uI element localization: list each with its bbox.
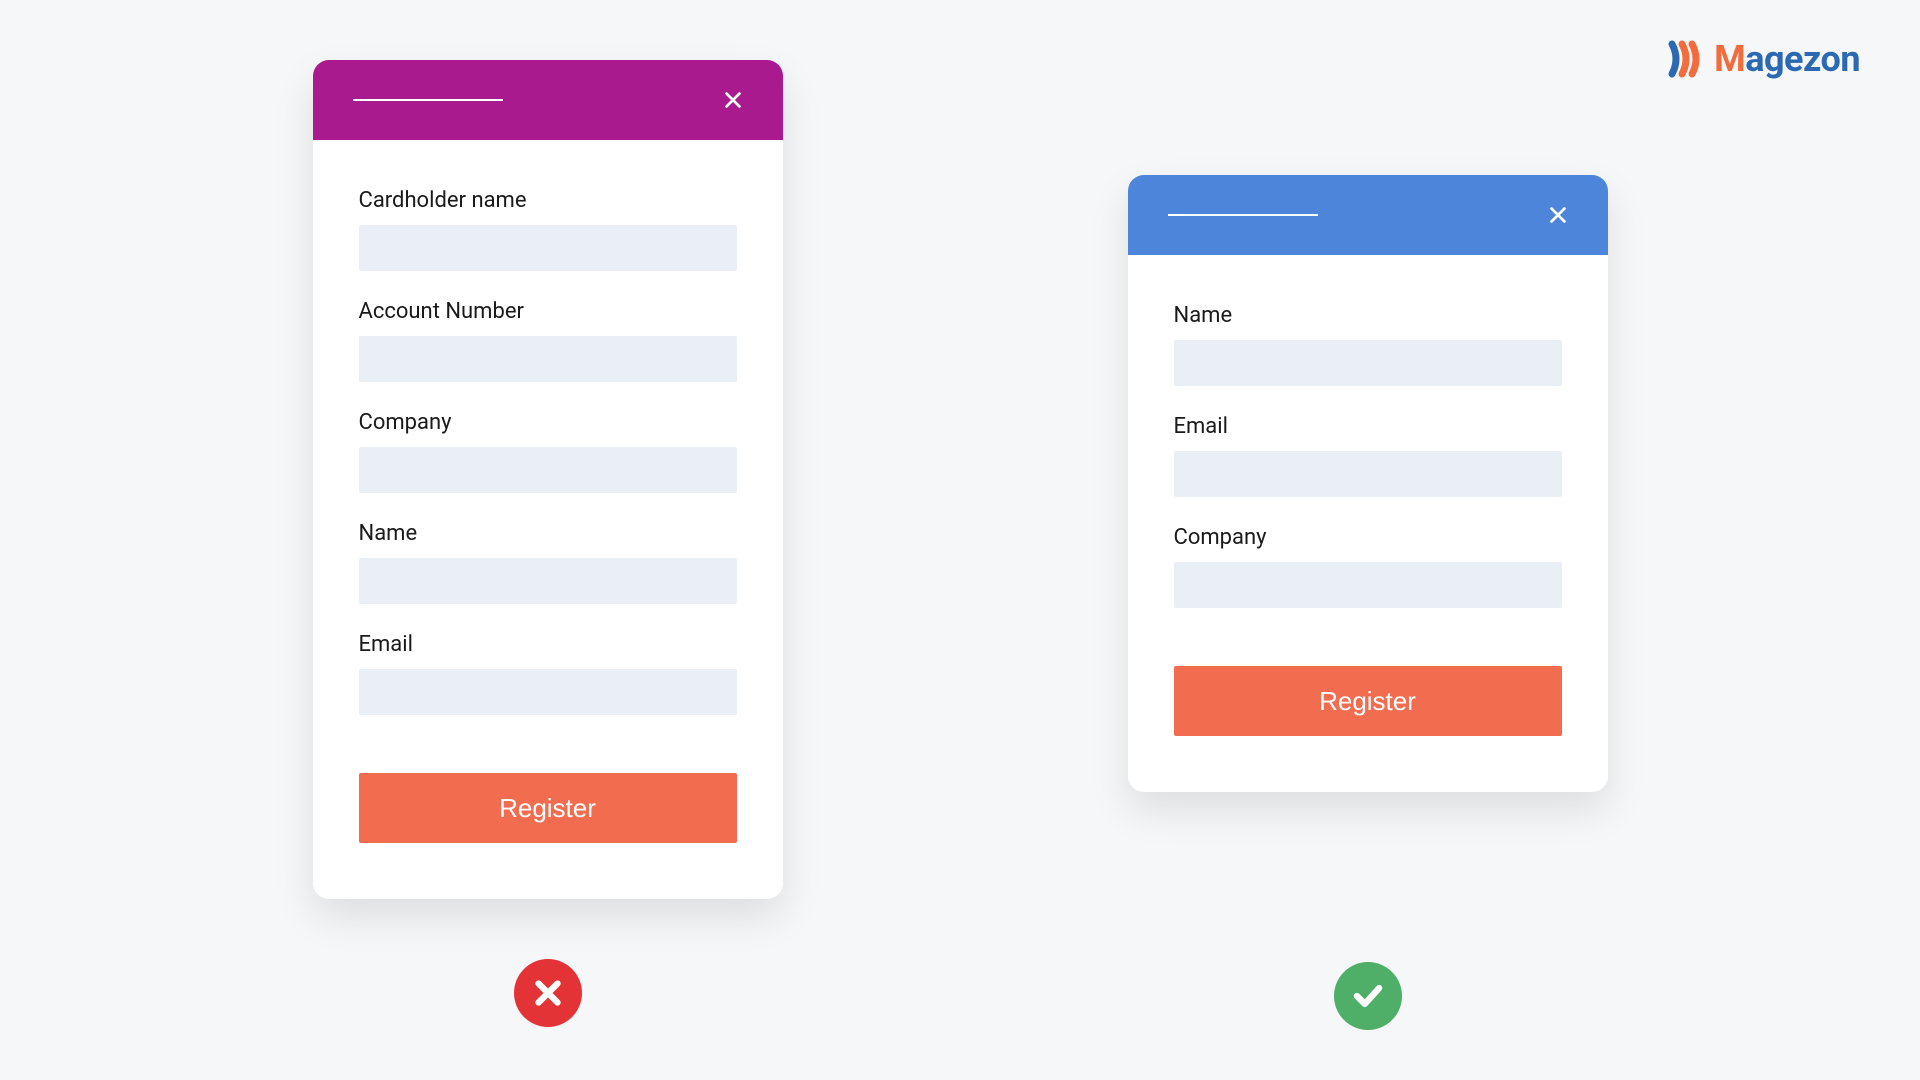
email-input[interactable]: [359, 669, 737, 715]
account-number-input[interactable]: [359, 336, 737, 382]
field-account-number: Account Number: [359, 299, 737, 382]
field-company: Company: [359, 410, 737, 493]
field-label: Name: [1174, 303, 1562, 328]
card-body: Cardholder name Account Number Company N…: [313, 140, 783, 899]
field-label: Company: [359, 410, 737, 435]
company-input[interactable]: [359, 447, 737, 493]
name-input[interactable]: [359, 558, 737, 604]
field-company: Company: [1174, 525, 1562, 608]
register-button[interactable]: Register: [1174, 666, 1562, 736]
cardholder-name-input[interactable]: [359, 225, 737, 271]
status-good-icon: [1334, 962, 1402, 1030]
field-email: Email: [1174, 414, 1562, 497]
field-name: Name: [359, 521, 737, 604]
example-bad: Cardholder name Account Number Company N…: [313, 60, 783, 1030]
field-label: Account Number: [359, 299, 737, 324]
field-cardholder-name: Cardholder name: [359, 188, 737, 271]
field-label: Email: [359, 632, 737, 657]
field-label: Email: [1174, 414, 1562, 439]
card-body: Name Email Company Register: [1128, 255, 1608, 792]
company-input[interactable]: [1174, 562, 1562, 608]
card-header: [1128, 175, 1608, 255]
card-header: [313, 60, 783, 140]
close-icon[interactable]: [1542, 199, 1574, 231]
header-title-placeholder: [1168, 214, 1318, 216]
register-button[interactable]: Register: [359, 773, 737, 843]
example-good: Name Email Company Register: [1128, 60, 1608, 1030]
field-label: Name: [359, 521, 737, 546]
field-email: Email: [359, 632, 737, 715]
form-card-good: Name Email Company Register: [1128, 175, 1608, 792]
field-name: Name: [1174, 303, 1562, 386]
close-icon[interactable]: [717, 84, 749, 116]
email-input[interactable]: [1174, 451, 1562, 497]
status-bad-icon: [514, 959, 582, 1027]
form-card-bad: Cardholder name Account Number Company N…: [313, 60, 783, 899]
header-title-placeholder: [353, 99, 503, 101]
field-label: Cardholder name: [359, 188, 737, 213]
name-input[interactable]: [1174, 340, 1562, 386]
field-label: Company: [1174, 525, 1562, 550]
